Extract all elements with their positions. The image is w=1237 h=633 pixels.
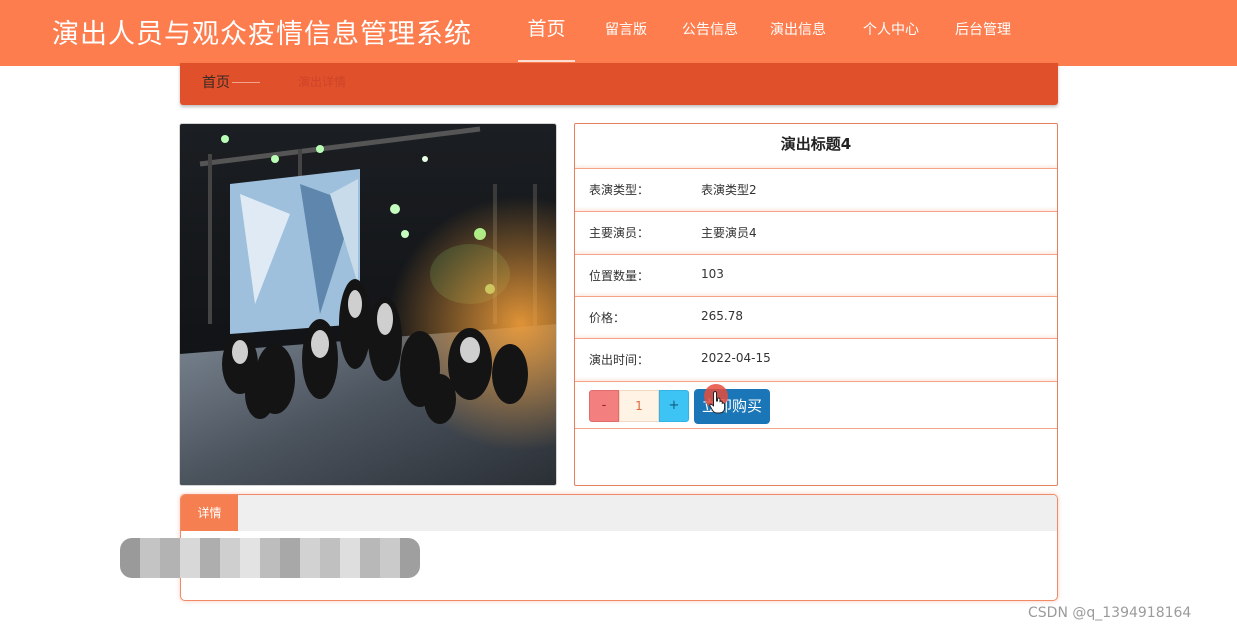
info-value: 表演类型2 (701, 183, 757, 197)
info-value: 主要演员4 (701, 226, 757, 240)
tab-details[interactable]: 详情 (181, 495, 238, 531)
breadcrumb: 首页 演出详情 (180, 63, 1058, 105)
info-value: 2022-04-15 (701, 351, 771, 365)
purchase-row: - 1 + 立即购买 (575, 381, 1057, 429)
breadcrumb-home[interactable]: 首页 (202, 72, 230, 92)
hand-pointer-icon (709, 390, 726, 414)
nav-item-home[interactable]: 首页 (518, 0, 575, 62)
info-row-price: 价格： 265.78 (575, 296, 1057, 339)
info-row-seat-count: 位置数量： 103 (575, 254, 1057, 297)
quantity-decrease-button[interactable]: - (589, 390, 619, 422)
performance-title: 演出标题4 (780, 135, 852, 153)
redacted-content (120, 538, 420, 578)
performance-info-card: 演出标题4 表演类型： 表演类型2 主要演员： 主要演员4 位置数量： 103 … (574, 123, 1058, 486)
info-row-performance-time: 演出时间： 2022-04-15 (575, 338, 1057, 381)
nav-item-message-board[interactable]: 留言版 (604, 0, 648, 62)
nav-item-admin[interactable]: 后台管理 (955, 0, 1011, 62)
info-label: 演出时间： (589, 353, 650, 367)
info-label: 表演类型： (589, 183, 650, 197)
watermark: CSDN @q_1394918164 (1028, 605, 1192, 621)
info-row-performance-type: 表演类型： 表演类型2 (575, 168, 1057, 211)
quantity-input[interactable]: 1 (619, 390, 659, 422)
info-value: 265.78 (701, 309, 743, 323)
site-header: 演出人员与观众疫情信息管理系统 首页 留言版 公告信息 演出信息 个人中心 后台… (0, 0, 1237, 66)
info-label: 位置数量： (589, 269, 650, 283)
info-label: 价格： (589, 311, 626, 325)
site-title: 演出人员与观众疫情信息管理系统 (52, 19, 472, 50)
nav-item-announcements[interactable]: 公告信息 (682, 0, 738, 62)
details-tab-bar: 详情 (181, 495, 1057, 531)
nav-item-personal-center[interactable]: 个人中心 (863, 0, 919, 62)
quantity-increase-button[interactable]: + (659, 390, 689, 422)
info-label: 主要演员： (589, 226, 650, 240)
info-row-main-actor: 主要演员： 主要演员4 (575, 211, 1057, 254)
breadcrumb-current: 演出详情 (298, 75, 347, 89)
info-value: 103 (701, 267, 724, 281)
performance-photo (179, 123, 557, 486)
breadcrumb-separator (232, 82, 260, 83)
nav-item-performances[interactable]: 演出信息 (770, 0, 826, 62)
stage-dance-image (180, 124, 556, 485)
